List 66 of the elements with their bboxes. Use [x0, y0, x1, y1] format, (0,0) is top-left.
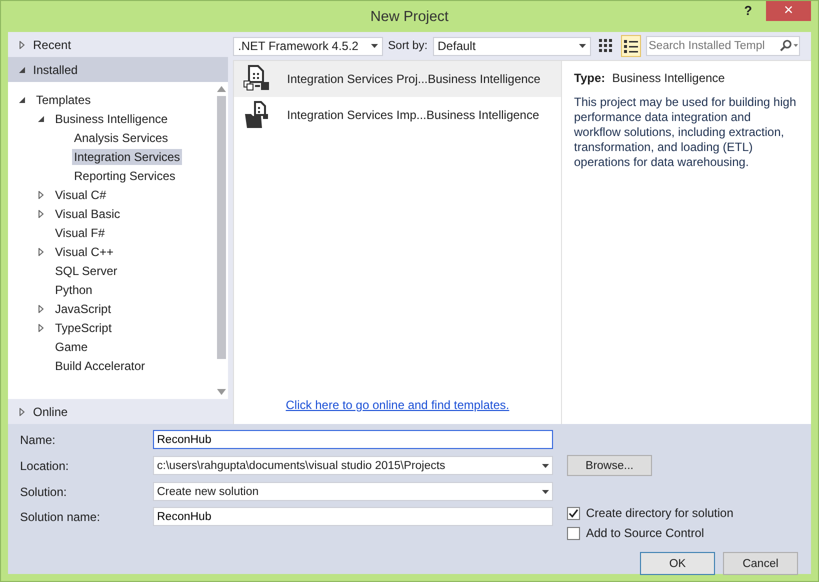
section-header[interactable]: Installed — [8, 57, 228, 82]
expand-arrow-icon[interactable] — [18, 408, 26, 416]
framework-dropdown[interactable]: .NET Framework 4.5.2 — [233, 36, 383, 56]
scroll-down-icon[interactable] — [216, 389, 226, 395]
dropdown-arrow-icon[interactable] — [542, 490, 549, 494]
tree-item[interactable]: Game — [53, 338, 90, 354]
help-button[interactable]: ? — [744, 3, 752, 18]
type-label: Type: — [574, 71, 606, 85]
section-header[interactable]: Online — [8, 399, 228, 424]
collapse-arrow-icon[interactable] — [18, 66, 26, 74]
browse-button[interactable]: Browse... — [567, 455, 652, 476]
expand-arrow-icon[interactable] — [37, 210, 45, 218]
dropdown-arrow-icon[interactable] — [578, 44, 586, 48]
solution-label: Solution: — [20, 484, 68, 498]
tree-item[interactable]: SQL Server — [53, 262, 120, 278]
tree-item[interactable]: Reporting Services — [72, 168, 178, 184]
tree-item[interactable]: Business Intelligence — [53, 110, 170, 126]
name-field[interactable]: ReconHub — [153, 430, 553, 449]
expand-arrow-icon[interactable] — [37, 324, 45, 332]
checkbox-label[interactable]: Create directory for solution — [586, 506, 734, 520]
sort-label: Sort by: — [388, 40, 428, 52]
close-button[interactable]: × — [766, 1, 812, 21]
dropdown-arrow-icon[interactable] — [542, 464, 549, 468]
checkbox[interactable] — [567, 526, 580, 540]
collapse-arrow-icon[interactable] — [18, 96, 26, 104]
search-icon[interactable] — [778, 39, 799, 53]
tree-item[interactable]: Templates — [34, 92, 93, 108]
expand-arrow-icon[interactable] — [18, 40, 26, 48]
dialog-button[interactable]: Cancel — [723, 552, 798, 575]
tree-item[interactable]: JavaScript — [53, 300, 114, 316]
location-dropdown[interactable]: c:\users\rahgupta\documents\visual studio 2015\Projects — [153, 456, 553, 475]
window-title: New Project — [370, 8, 449, 24]
tree-item[interactable]: Visual C++ — [53, 244, 116, 260]
type-value: Business Intelligence — [612, 71, 725, 85]
template-item[interactable]: Integration Services Proj...Business Intelligence — [234, 61, 561, 97]
solution-name-label: Solution name: — [20, 510, 102, 524]
checkbox-label[interactable]: Add to Source Control — [586, 526, 704, 540]
document-icon — [243, 65, 271, 93]
tree-item[interactable]: TypeScript — [53, 320, 114, 336]
template-item[interactable]: Integration Services Imp...Business Intelligence — [234, 97, 561, 133]
tree-item[interactable]: Visual Basic — [53, 206, 122, 222]
tree-item[interactable]: Build Accelerator — [53, 358, 148, 374]
sort-dropdown[interactable]: Default — [432, 36, 591, 56]
dropdown-arrow-icon[interactable] — [371, 44, 378, 48]
expand-arrow-icon[interactable] — [37, 248, 45, 256]
tree-item[interactable]: Integration Services — [72, 148, 182, 164]
tree-item[interactable]: Visual F# — [53, 224, 107, 240]
tree-item[interactable]: Analysis Services — [72, 130, 170, 146]
tree-item[interactable]: Visual C# — [53, 186, 108, 202]
checkbox[interactable] — [567, 506, 580, 520]
tree-item[interactable]: Python — [53, 282, 94, 298]
solution-name-field[interactable]: ReconHub — [153, 507, 553, 526]
dialog-button[interactable]: OK — [640, 552, 715, 575]
folder-document-icon — [243, 101, 271, 129]
location-label: Location: — [20, 458, 70, 472]
expand-arrow-icon[interactable] — [37, 190, 45, 198]
scroll-up-icon[interactable] — [216, 86, 226, 92]
description-text: This project may be used for building high performance data integration and workflow solutions, including extraction, transformation, and loading (ETL) operations for data warehousing. — [574, 95, 798, 170]
search-field[interactable]: Search Installed Templ — [646, 36, 800, 56]
expand-arrow-icon[interactable] — [37, 304, 45, 312]
collapse-arrow-icon[interactable] — [37, 114, 45, 122]
list-view-button[interactable] — [620, 35, 641, 57]
name-label: Name: — [20, 432, 56, 446]
solution-dropdown[interactable]: Create new solution — [153, 482, 553, 501]
section-header[interactable]: Recent — [8, 32, 228, 57]
online-templates-link[interactable]: Click here to go online and find templates. — [286, 398, 510, 412]
